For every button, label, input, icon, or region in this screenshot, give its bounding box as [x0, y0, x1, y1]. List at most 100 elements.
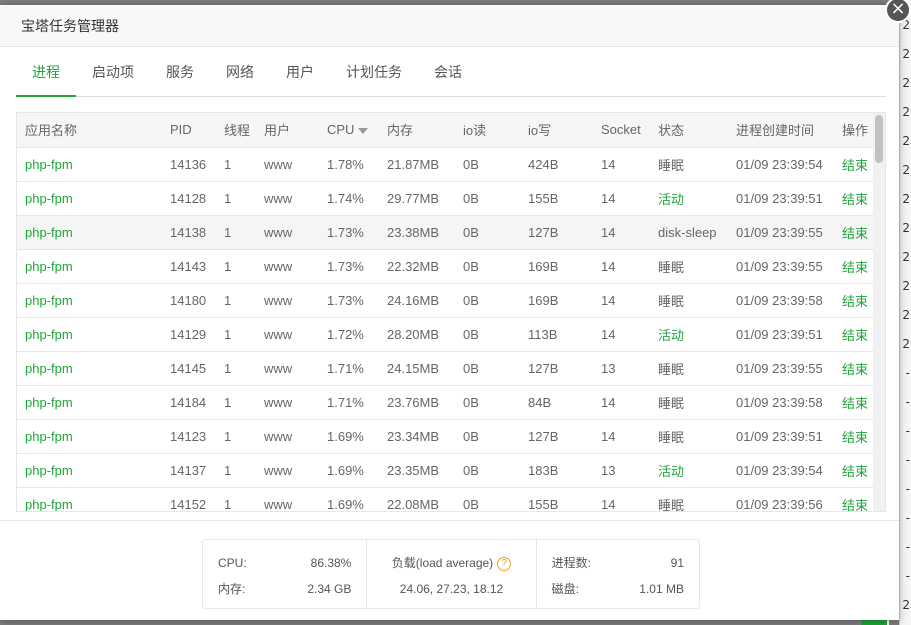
table-row[interactable]: php-fpm 14128 1 www 1.74% 29.77MB 0B 155B 14 活动 01…	[17, 181, 875, 216]
column-header[interactable]: 操作	[834, 113, 875, 148]
stats-load: 负载(load average)? 24.06, 27.23, 18.12	[367, 540, 537, 608]
kill-process-button[interactable]: 结束	[834, 215, 875, 250]
column-header[interactable]: 状态	[650, 113, 728, 148]
process-name-link[interactable]: php-fpm	[17, 385, 162, 420]
table-cell: 13	[593, 351, 650, 386]
background-mark: -	[905, 453, 910, 467]
table-row[interactable]: php-fpm 14123 1 www 1.69% 23.34MB 0B 127B 14 睡眠 01…	[17, 419, 875, 454]
tab-0[interactable]: 进程	[16, 52, 76, 97]
kill-process-button[interactable]: 结束	[834, 453, 875, 488]
table-cell: 14	[593, 317, 650, 352]
table-cell: 14	[593, 283, 650, 318]
table-row[interactable]: php-fpm 14180 1 www 1.73% 24.16MB 0B 169B 14 睡眠 01…	[17, 283, 875, 318]
tab-4[interactable]: 用户	[270, 52, 330, 97]
table-cell: 14	[593, 181, 650, 216]
column-header[interactable]: 线程	[216, 113, 256, 148]
column-header[interactable]: io写	[520, 113, 593, 148]
table-cell: 14129	[162, 317, 216, 352]
table-row[interactable]: php-fpm 14137 1 www 1.69% 23.35MB 0B 183B 13 活动 01…	[17, 453, 875, 488]
background-mark: 2	[902, 221, 910, 235]
table-cell: 0B	[455, 181, 520, 216]
table-row[interactable]: php-fpm 14143 1 www 1.73% 22.32MB 0B 169B 14 睡眠 01…	[17, 249, 875, 284]
table-cell: 0B	[455, 487, 520, 511]
sort-desc-icon[interactable]	[358, 127, 369, 134]
proc-value: 91	[670, 556, 684, 570]
column-header-label: Socket	[601, 122, 641, 138]
column-header-label: io读	[463, 123, 487, 139]
table-cell: www	[256, 487, 319, 511]
table-row[interactable]: php-fpm 14152 1 www 1.69% 22.08MB 0B 155B 14 睡眠 01…	[17, 487, 875, 511]
table-row[interactable]: php-fpm 14138 1 www 1.73% 23.38MB 0B 127B 14 disk…	[17, 215, 875, 250]
table-cell: 1.73%	[319, 283, 379, 318]
kill-process-button[interactable]: 结束	[834, 385, 875, 420]
process-table: 应用名称 PID 线程 用户 CPU 内存 io读 io写 Socket 状态 进程创建时间 操作 p…	[16, 112, 886, 512]
table-cell: 01/09 23:39:55	[728, 215, 834, 250]
table-row[interactable]: php-fpm 14129 1 www 1.72% 28.20MB 0B 113B 14 活动 01…	[17, 317, 875, 352]
status-cell: 活动	[650, 453, 728, 488]
process-name-link[interactable]: php-fpm	[17, 249, 162, 284]
kill-process-button[interactable]: 结束	[834, 181, 875, 216]
process-name-link[interactable]: php-fpm	[17, 215, 162, 250]
table-cell: 1	[216, 317, 256, 352]
kill-process-button[interactable]: 结束	[834, 419, 875, 454]
process-name-link[interactable]: php-fpm	[17, 181, 162, 216]
tab-3[interactable]: 网络	[210, 52, 270, 97]
question-circle-icon[interactable]: ?	[497, 556, 512, 571]
process-name-link[interactable]: php-fpm	[17, 283, 162, 318]
column-header[interactable]: io读	[455, 113, 520, 148]
table-cell: www	[256, 419, 319, 454]
status-cell: 睡眠	[650, 487, 728, 511]
table-cell: www	[256, 351, 319, 386]
column-header[interactable]: 应用名称	[17, 113, 162, 148]
column-header[interactable]: 进程创建时间	[728, 113, 834, 148]
table-cell: 1	[216, 147, 256, 182]
table-cell: 29.77MB	[379, 181, 455, 216]
table-cell: www	[256, 283, 319, 318]
tab-6[interactable]: 会话	[418, 52, 478, 97]
table-cell: 13	[593, 453, 650, 488]
process-name-link[interactable]: php-fpm	[17, 419, 162, 454]
background-mark: -	[905, 482, 910, 496]
kill-process-button[interactable]: 结束	[834, 351, 875, 386]
process-name-link[interactable]: php-fpm	[17, 487, 162, 511]
table-cell: 01/09 23:39:58	[728, 283, 834, 318]
table-row[interactable]: php-fpm 14145 1 www 1.71% 24.15MB 0B 127B 13 睡眠 01…	[17, 351, 875, 386]
tab-1[interactable]: 启动项	[76, 52, 150, 97]
table-cell: 14	[593, 147, 650, 182]
column-header[interactable]: PID	[162, 113, 216, 148]
status-cell: 睡眠	[650, 419, 728, 454]
column-header[interactable]: Socket	[593, 113, 650, 148]
process-name-link[interactable]: php-fpm	[17, 453, 162, 488]
process-name-link[interactable]: php-fpm	[17, 317, 162, 352]
mem-value: 2.34 GB	[307, 582, 352, 596]
table-cell: 1.69%	[319, 453, 379, 488]
table-scrollbar[interactable]	[873, 113, 885, 511]
table-cell: 14	[593, 215, 650, 250]
table-cell: www	[256, 181, 319, 216]
process-name-link[interactable]: php-fpm	[17, 351, 162, 386]
status-cell: 睡眠	[650, 283, 728, 318]
table-cell: 155B	[520, 181, 593, 216]
table-row[interactable]: php-fpm 14184 1 www 1.71% 23.76MB 0B 84B 14 睡眠 01/…	[17, 385, 875, 420]
table-cell: 1.72%	[319, 317, 379, 352]
process-name-link[interactable]: php-fpm	[17, 147, 162, 182]
table-cell: 127B	[520, 215, 593, 250]
column-header-label: 进程创建时间	[736, 123, 815, 139]
kill-process-button[interactable]: 结束	[834, 283, 875, 318]
column-header[interactable]: CPU	[319, 113, 379, 148]
table-cell: 23.35MB	[379, 453, 455, 488]
column-header[interactable]: 用户	[256, 113, 319, 148]
tab-5[interactable]: 计划任务	[330, 52, 418, 97]
table-cell: 14	[593, 385, 650, 420]
scrollbar-thumb[interactable]	[875, 115, 883, 163]
kill-process-button[interactable]: 结束	[834, 317, 875, 352]
table-cell: 01/09 23:39:58	[728, 385, 834, 420]
table-row[interactable]: php-fpm 14136 1 www 1.78% 21.87MB 0B 424B 14 睡眠 01…	[17, 147, 875, 182]
kill-process-button[interactable]: 结束	[834, 249, 875, 284]
kill-process-button[interactable]: 结束	[834, 147, 875, 182]
kill-process-button[interactable]: 结束	[834, 487, 875, 511]
column-header[interactable]: 内存	[379, 113, 455, 148]
status-cell: 睡眠	[650, 249, 728, 284]
tab-2[interactable]: 服务	[150, 52, 210, 97]
table-cell: 155B	[520, 487, 593, 511]
